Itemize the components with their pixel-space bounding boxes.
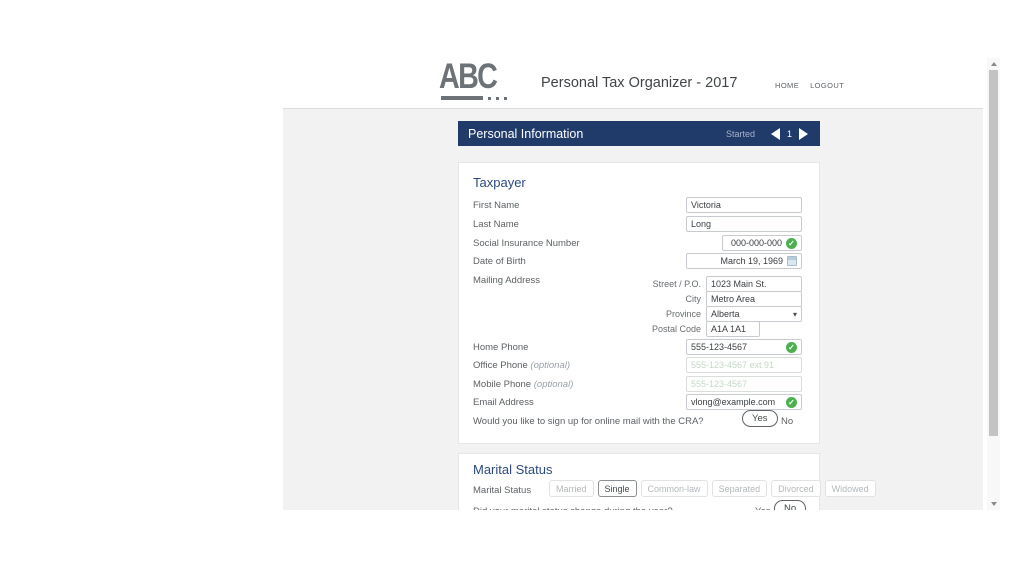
- calendar-icon[interactable]: [787, 256, 797, 266]
- office-phone-label: Office Phone (optional): [473, 360, 570, 371]
- optional-suffix: (optional): [534, 379, 574, 390]
- abc-logo-underline: [441, 96, 483, 100]
- home-phone-label: Home Phone: [473, 342, 528, 353]
- page-title: Personal Tax Organizer - 2017: [541, 75, 737, 91]
- marital-option-separated[interactable]: Separated: [712, 480, 768, 497]
- email-input[interactable]: vlong@example.com ✓: [686, 394, 802, 410]
- marital-option-single[interactable]: Single: [598, 480, 637, 497]
- marital-option-divorced[interactable]: Divorced: [771, 480, 821, 497]
- page-number: 1: [787, 129, 792, 139]
- taxpayer-heading: Taxpayer: [473, 175, 526, 190]
- mobile-phone-label: Mobile Phone (optional): [473, 379, 573, 390]
- scroll-up-button[interactable]: [987, 58, 1000, 70]
- office-phone-input[interactable]: 555-123-4567 ext 91: [686, 357, 802, 373]
- cra-question-label: Would you like to sign up for online mai…: [473, 416, 704, 427]
- cra-no-option[interactable]: No: [781, 416, 793, 427]
- province-label: Province: [621, 309, 701, 319]
- email-label: Email Address: [473, 397, 534, 408]
- mobile-phone-input[interactable]: 555-123-4567: [686, 376, 802, 392]
- province-select[interactable]: Alberta ▾: [706, 306, 802, 322]
- valid-check-icon: ✓: [786, 397, 797, 408]
- next-page-arrow-icon[interactable]: [799, 128, 808, 140]
- taxpayer-card: Taxpayer First Name Victoria Last Name L…: [458, 162, 820, 444]
- first-name-input[interactable]: Victoria: [686, 197, 802, 213]
- sin-input[interactable]: 000-000-000 ✓: [722, 235, 802, 251]
- sin-label: Social Insurance Number: [473, 238, 580, 249]
- street-input[interactable]: 1023 Main St.: [706, 276, 802, 292]
- marital-change-question-label: Did your marital status change during th…: [473, 506, 673, 510]
- valid-check-icon: ✓: [786, 342, 797, 353]
- section-header-bar: Personal Information Started 1: [458, 121, 820, 146]
- screen: ABC Personal Tax Organizer - 2017 HOME L…: [0, 0, 1024, 576]
- marital-change-no-option[interactable]: No: [774, 500, 806, 510]
- top-nav: HOME LOGOUT: [775, 81, 844, 90]
- abc-logo: ABC: [439, 59, 509, 104]
- logout-link[interactable]: LOGOUT: [810, 81, 844, 90]
- mailing-address-label: Mailing Address: [473, 275, 540, 286]
- home-link[interactable]: HOME: [775, 81, 799, 90]
- section-status-badge: Started: [726, 129, 755, 139]
- last-name-label: Last Name: [473, 219, 519, 230]
- marital-card: Marital Status Marital Status Married Si…: [458, 453, 820, 510]
- first-name-label: First Name: [473, 200, 519, 211]
- last-name-input[interactable]: Long: [686, 216, 802, 232]
- dob-input[interactable]: March 19, 1969: [686, 253, 802, 269]
- scrollbar-thumb[interactable]: [989, 70, 998, 436]
- marital-option-common-law[interactable]: Common-law: [641, 480, 708, 497]
- section-title: Personal Information: [468, 127, 726, 141]
- valid-check-icon: ✓: [786, 238, 797, 249]
- postal-code-label: Postal Code: [621, 324, 701, 334]
- marital-option-married[interactable]: Married: [549, 480, 594, 497]
- dob-label: Date of Birth: [473, 256, 526, 267]
- city-label: City: [621, 294, 701, 304]
- abc-logo-text: ABC: [439, 59, 496, 94]
- optional-suffix: (optional): [530, 360, 570, 371]
- marital-options-group: Married Single Common-law Separated Divo…: [549, 480, 876, 497]
- city-input[interactable]: Metro Area: [706, 291, 802, 307]
- cra-yes-option[interactable]: Yes: [742, 410, 778, 427]
- street-label: Street / P.O.: [621, 279, 701, 289]
- arrow-up-icon: [991, 62, 997, 66]
- chevron-down-icon: ▾: [793, 310, 797, 319]
- prev-page-arrow-icon[interactable]: [771, 128, 780, 140]
- arrow-down-icon: [991, 502, 997, 506]
- marital-heading: Marital Status: [473, 462, 552, 477]
- marital-change-yes-option[interactable]: Yes: [755, 506, 771, 510]
- scroll-down-button[interactable]: [987, 498, 1000, 510]
- marital-status-label: Marital Status: [473, 485, 531, 496]
- content-panel: Personal Information Started 1 Taxpayer …: [283, 108, 983, 510]
- home-phone-input[interactable]: 555-123-4567 ✓: [686, 339, 802, 355]
- marital-option-widowed[interactable]: Widowed: [825, 480, 876, 497]
- abc-logo-dots: [488, 97, 507, 100]
- scrollbar[interactable]: [987, 58, 1000, 510]
- postal-code-input[interactable]: A1A 1A1: [706, 321, 760, 337]
